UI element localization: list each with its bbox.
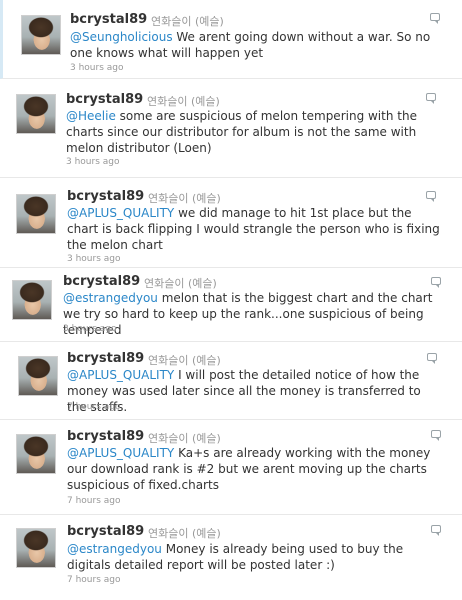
timestamp[interactable]: 3 hours ago <box>67 254 121 264</box>
timestamp[interactable]: 3 hours ago <box>63 324 117 334</box>
mention-link[interactable]: @estrangedyou <box>67 542 162 556</box>
tweet-text: @Heelie some are suspicious of melon tem… <box>66 108 444 156</box>
timestamp[interactable]: 3 hours ago <box>70 63 124 73</box>
display-name: 연화슬이 (예슬) <box>148 192 221 205</box>
timestamp[interactable]: 7 hours ago <box>67 496 121 506</box>
tweet-feed: bcrystal89 연화슬이 (예슬) @Seungholicious We … <box>0 0 462 600</box>
tweet-text: @APLUS_QUALITY Ka+s are already working … <box>67 445 437 493</box>
reply-icon[interactable] <box>427 353 437 364</box>
avatar[interactable] <box>16 528 56 568</box>
avatar[interactable] <box>21 15 61 55</box>
reply-icon[interactable] <box>431 430 441 441</box>
mention-link[interactable]: @APLUS_QUALITY <box>67 368 174 382</box>
reply-icon[interactable] <box>431 277 441 288</box>
tweet-text: @APLUS_QUALITY I will post the detailed … <box>67 367 442 415</box>
mention-link[interactable]: @APLUS_QUALITY <box>67 206 174 220</box>
tweet-4: bcrystal89 연화슬이 (예슬) @estrangedyou melon… <box>0 270 462 342</box>
tweet-text: @estrangedyou Money is already being use… <box>67 541 437 573</box>
username[interactable]: bcrystal89 <box>67 189 144 204</box>
username[interactable]: bcrystal89 <box>70 12 147 27</box>
reply-icon[interactable] <box>430 13 440 24</box>
avatar[interactable] <box>16 194 56 234</box>
reply-icon[interactable] <box>426 93 436 104</box>
tweet-3: bcrystal89 연화슬이 (예슬) @APLUS_QUALITY we d… <box>0 182 462 268</box>
mention-link[interactable]: @APLUS_QUALITY <box>67 446 174 460</box>
avatar[interactable] <box>16 434 56 474</box>
timestamp[interactable]: 7 hours ago <box>67 402 121 412</box>
mention-link[interactable]: @Heelie <box>66 109 116 123</box>
username[interactable]: bcrystal89 <box>67 429 144 444</box>
tweet-body: some are suspicious of melon tempering w… <box>66 109 417 155</box>
timestamp[interactable]: 7 hours ago <box>67 575 121 585</box>
reply-icon[interactable] <box>426 191 436 202</box>
avatar[interactable] <box>16 94 56 134</box>
display-name: 연화슬이 (예슬) <box>148 354 221 367</box>
tweet-text: @estrangedyou melon that is the biggest … <box>63 290 441 338</box>
username[interactable]: bcrystal89 <box>67 351 144 366</box>
tweet-text: @Seungholicious We arent going down with… <box>70 29 440 61</box>
mention-link[interactable]: @estrangedyou <box>63 291 158 305</box>
display-name: 연화슬이 (예슬) <box>148 527 221 540</box>
tweet-6: bcrystal89 연화슬이 (예슬) @APLUS_QUALITY Ka+s… <box>0 423 462 515</box>
timestamp[interactable]: 3 hours ago <box>66 157 120 167</box>
tweet-5: bcrystal89 연화슬이 (예슬) @APLUS_QUALITY I wi… <box>0 346 462 420</box>
tweet-2: bcrystal89 연화슬이 (예슬) @Heelie some are su… <box>0 80 462 178</box>
mention-link[interactable]: @Seungholicious <box>70 30 173 44</box>
tweet-1: bcrystal89 연화슬이 (예슬) @Seungholicious We … <box>0 0 462 79</box>
display-name: 연화슬이 (예슬) <box>151 15 224 28</box>
display-name: 연화슬이 (예슬) <box>147 95 220 108</box>
tweet-text: @APLUS_QUALITY we did manage to hit 1st … <box>67 205 442 253</box>
avatar[interactable] <box>18 356 58 396</box>
username[interactable]: bcrystal89 <box>66 92 143 107</box>
tweet-7: bcrystal89 연화슬이 (예슬) @estrangedyou Money… <box>0 518 462 600</box>
username[interactable]: bcrystal89 <box>67 524 144 539</box>
display-name: 연화슬이 (예슬) <box>148 432 221 445</box>
reply-icon[interactable] <box>431 525 441 536</box>
display-name: 연화슬이 (예슬) <box>144 277 217 290</box>
username[interactable]: bcrystal89 <box>63 274 140 289</box>
avatar[interactable] <box>12 280 52 320</box>
